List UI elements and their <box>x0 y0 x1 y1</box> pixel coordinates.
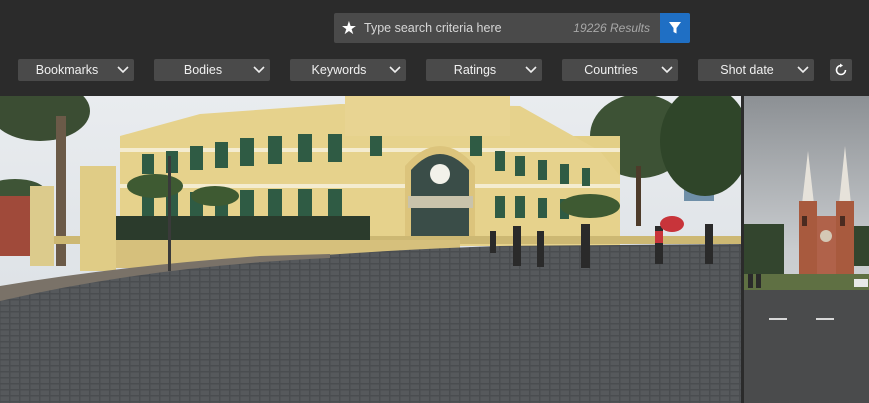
ratings-dropdown[interactable]: Ratings <box>426 59 542 81</box>
star-icon[interactable]: ★ <box>334 13 364 43</box>
funnel-icon <box>669 22 681 34</box>
shot-date-dropdown[interactable]: Shot date <box>698 59 814 81</box>
refresh-icon <box>835 63 847 76</box>
countries-dropdown[interactable]: Countries <box>562 59 678 81</box>
search-input[interactable]: Type search criteria here <box>364 21 573 35</box>
cathedral-image <box>744 96 869 403</box>
chevron-down-icon <box>792 59 814 81</box>
photo-thumbnail[interactable] <box>744 96 869 403</box>
chevron-down-icon <box>384 59 406 81</box>
chevron-down-icon <box>520 59 542 81</box>
results-count: 19226 Results <box>573 21 650 35</box>
search-bar[interactable]: ★ Type search criteria here 19226 Result… <box>334 13 690 43</box>
dropdown-label: Bookmarks <box>35 63 99 77</box>
keywords-dropdown[interactable]: Keywords <box>290 59 406 81</box>
filter-button[interactable] <box>660 13 690 43</box>
dropdown-label: Countries <box>584 63 638 77</box>
dropdown-label: Shot date <box>720 63 774 77</box>
chevron-down-icon <box>248 59 270 81</box>
toolbar: ★ Type search criteria here 19226 Result… <box>0 0 869 95</box>
chevron-down-icon <box>112 59 134 81</box>
refresh-button[interactable] <box>830 59 852 81</box>
dropdown-label: Keywords <box>311 63 367 77</box>
chevron-down-icon <box>656 59 678 81</box>
bookmarks-dropdown[interactable]: Bookmarks <box>18 59 134 81</box>
dropdown-label: Bodies <box>183 63 223 77</box>
dropdown-label: Ratings <box>453 63 497 77</box>
bodies-dropdown[interactable]: Bodies <box>154 59 270 81</box>
photo-thumbnail[interactable] <box>0 96 741 403</box>
post-office-image <box>0 96 741 403</box>
